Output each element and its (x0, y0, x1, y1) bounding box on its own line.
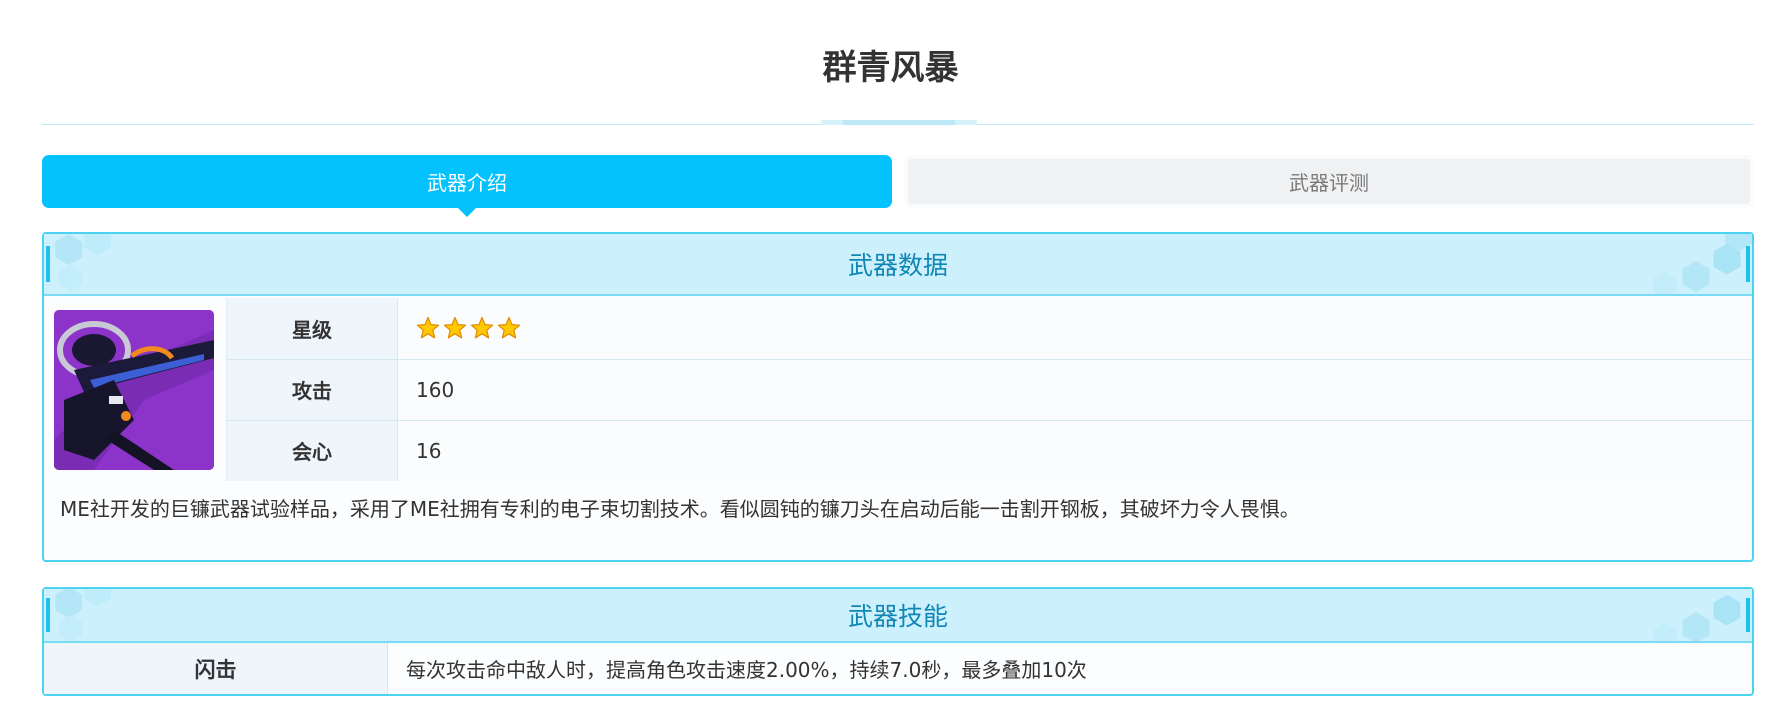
page-title: 群青风暴 (822, 48, 959, 88)
header-accent-bar (1746, 246, 1750, 282)
table-row: 星级 (226, 298, 1752, 360)
header-accent-bar (46, 598, 50, 632)
weapon-skill-panel: 武器技能 闪击 每次攻击命中敌人时，提高角色攻击速度2.00%，持续7.0秒，最… (42, 587, 1754, 696)
star-icon (416, 317, 440, 339)
hexagon-pattern-icon (1653, 594, 1741, 641)
weapon-stats-table: 星级 攻击 160 会心 16 (226, 298, 1752, 481)
stat-value-attack: 160 (397, 359, 1752, 421)
star-icon (497, 317, 521, 339)
hexagon-pattern-icon (55, 234, 112, 292)
title-ornament-icon (821, 120, 977, 125)
stat-label: 攻击 (226, 359, 398, 421)
weapon-scythe-icon (54, 310, 214, 470)
skill-description: 每次攻击命中敌人时，提高角色攻击速度2.00%，持续7.0秒，最多叠加10次 (406, 658, 1087, 682)
weapon-description: ME社开发的巨镰武器试验样品，采用了ME社拥有专利的电子束切割技术。看似圆钝的镰… (60, 497, 1300, 521)
rarity-stars (416, 316, 1752, 340)
stat-label: 会心 (226, 420, 398, 481)
weapon-skill-title: 武器技能 (847, 602, 948, 631)
skill-name: 闪击 (44, 643, 388, 694)
hexagon-pattern-icon (55, 589, 112, 641)
weapon-data-title: 武器数据 (847, 251, 948, 280)
tab-active-arrow-icon (457, 207, 477, 217)
weapon-data-header: 武器数据 (44, 234, 1752, 296)
header-accent-bar (1746, 598, 1750, 632)
stat-value-crit: 16 (397, 420, 1752, 481)
tab-weapon-review-label: 武器评测 (1289, 171, 1369, 195)
stat-label: 星级 (226, 298, 398, 360)
tab-weapon-review[interactable]: 武器评测 (904, 155, 1754, 208)
hexagon-pattern-icon (1653, 234, 1752, 294)
header-accent-bar (46, 246, 50, 282)
weapon-skill-header: 武器技能 (44, 589, 1752, 643)
table-row: 攻击 160 (226, 359, 1752, 421)
table-row: 会心 16 (226, 420, 1752, 481)
stat-value-rarity (397, 298, 1752, 360)
skill-row: 闪击 每次攻击命中敌人时，提高角色攻击速度2.00%，持续7.0秒，最多叠加10… (44, 643, 1752, 694)
weapon-data-panel: 武器数据 星级 攻击 160 会心 16 ME社开发的巨镰武器试验样品，采用了M… (42, 232, 1754, 562)
tab-weapon-intro-label: 武器介绍 (427, 171, 507, 195)
tab-bar: 武器介绍 武器评测 (42, 155, 1754, 217)
star-icon (443, 317, 467, 339)
weapon-scythe-image (54, 310, 214, 470)
tab-weapon-intro[interactable]: 武器介绍 (42, 155, 892, 217)
star-icon (470, 317, 494, 339)
